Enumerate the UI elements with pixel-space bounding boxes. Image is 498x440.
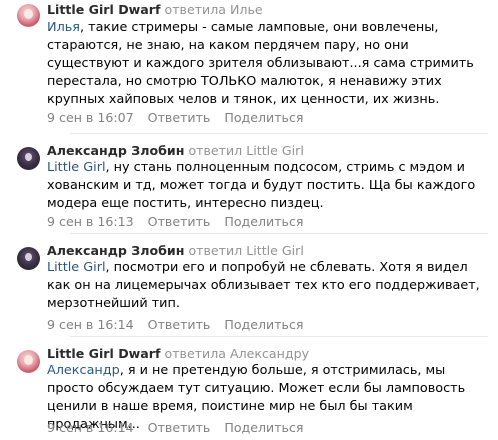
mention-link[interactable]: Little Girl [47,260,106,275]
reply-note[interactable]: ответил Little Girl [188,243,303,258]
divider [70,336,488,337]
avatar[interactable] [17,4,40,27]
reply-button[interactable]: Ответить [148,420,211,435]
reply-button[interactable]: Ответить [148,317,211,332]
mention-link[interactable]: Little Girl [47,160,106,175]
reply-note[interactable]: ответил Little Girl [188,143,303,158]
comment-body: , ну стань полноценным подсосом, стримь … [47,160,476,211]
avatar[interactable] [17,350,40,373]
comment-date[interactable]: 9 сен в 16:07 [47,110,134,125]
comment-header: Александр Злобин ответил Little Girl [47,143,304,159]
author-name[interactable]: Александр Злобин [47,243,184,258]
divider [70,233,488,234]
comment-text: Илья, такие стримеры - самые ламповые, о… [47,19,487,109]
author-name[interactable]: Little Girl Dwarf [47,2,160,17]
comment-meta: 9 сен в 16:13 Ответить Поделиться [47,214,303,230]
avatar[interactable] [17,147,40,170]
share-button[interactable]: Поделиться [224,420,303,435]
share-button[interactable]: Поделиться [224,317,303,332]
reply-button[interactable]: Ответить [148,214,211,229]
comment-text: Little Girl, посмотри его и попробуй не … [47,259,487,313]
comment-date[interactable]: 9 сен в 16:14 [47,317,134,332]
comment-header: Little Girl Dwarf ответила Илье [47,2,263,18]
author-name[interactable]: Александр Злобин [47,143,184,158]
comment-date[interactable]: 9 сен в 16:14 [47,420,134,435]
mention-link[interactable]: Александр [47,363,120,378]
comment-meta: 9 сен в 16:07 Ответить Поделиться [47,110,303,126]
reply-note[interactable]: ответила Александру [164,346,309,361]
share-button[interactable]: Поделиться [224,110,303,125]
comment-body: , такие стримеры - самые ламповые, они в… [47,20,474,107]
comment-meta: 9 сен в 16:14 Ответить Поделиться [47,317,303,333]
comment-header: Little Girl Dwarf ответила Александру [47,346,309,362]
comment-header: Александр Злобин ответил Little Girl [47,243,304,259]
comment-date[interactable]: 9 сен в 16:13 [47,214,134,229]
comment-body: , посмотри его и попробуй не сблевать. Х… [47,260,480,311]
reply-note[interactable]: ответила Илье [164,2,262,17]
share-button[interactable]: Поделиться [224,214,303,229]
mention-link[interactable]: Илья [47,20,80,35]
divider [70,133,488,134]
avatar[interactable] [17,247,40,270]
comment-text: Little Girl, ну стань полноценным подсос… [47,159,487,213]
comment-meta: 9 сен в 16:14 Ответить Поделиться [47,420,303,436]
reply-button[interactable]: Ответить [148,110,211,125]
author-name[interactable]: Little Girl Dwarf [47,346,160,361]
